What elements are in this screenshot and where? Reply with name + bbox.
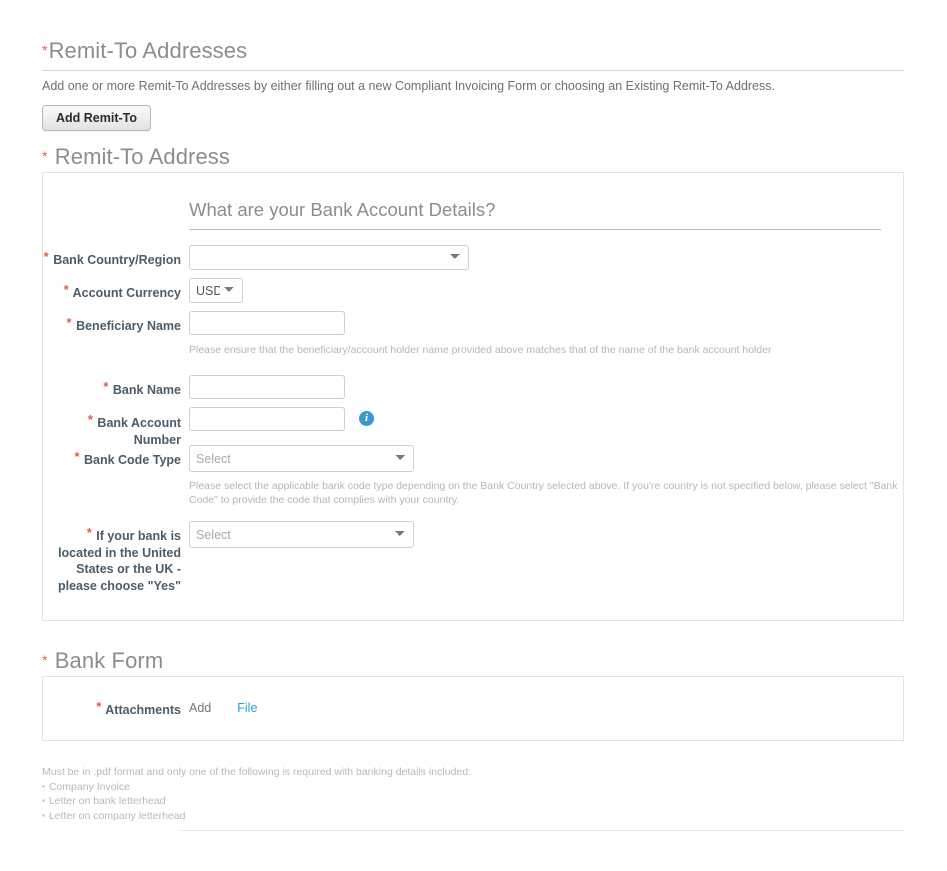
- field-bank-code-type: * Bank Code Type Select: [43, 445, 414, 472]
- field-account-currency: * Account Currency USD: [43, 278, 243, 303]
- field-label-us-uk-question: * If your bank is located in the United …: [43, 521, 189, 594]
- us-uk-question-select[interactable]: Select: [189, 521, 414, 548]
- required-asterisk: *: [74, 449, 80, 464]
- field-label-account-currency-text: Account Currency: [72, 286, 181, 300]
- field-label-bank-code-type: * Bank Code Type: [43, 445, 189, 468]
- beneficiary-name-input[interactable]: [189, 311, 345, 335]
- field-label-bank-code-type-text: Bank Code Type: [83, 453, 181, 467]
- field-beneficiary-name: * Beneficiary Name: [43, 311, 345, 335]
- attachments-label: * Attachments: [43, 699, 189, 717]
- remit-to-address-heading-text: Remit-To Address: [54, 144, 230, 169]
- beneficiary-name-helper-text: Please ensure that the beneficiary/accou…: [189, 344, 772, 356]
- field-label-bank-country-text: Bank Country/Region: [53, 253, 181, 267]
- bank-country-select[interactable]: [189, 245, 469, 270]
- bank-form-note-item: Company Invoice: [42, 780, 471, 795]
- required-asterisk: *: [87, 412, 93, 427]
- bank-form-note-intro: Must be in .pdf format and only one of t…: [42, 766, 472, 778]
- required-asterisk: *: [63, 282, 69, 297]
- remit-to-address-heading: * Remit-To Address: [42, 144, 904, 170]
- field-label-us-uk-question-text: If your bank is located in the United St…: [57, 529, 181, 593]
- bank-form-note-item: Letter on bank letterhead: [42, 794, 471, 809]
- bank-form-heading-text: Bank Form: [54, 648, 164, 673]
- remit-to-form-page: *Remit-To Addresses Add one or more Remi…: [0, 0, 947, 871]
- info-icon[interactable]: i: [359, 411, 374, 426]
- required-asterisk: *: [66, 315, 72, 330]
- field-label-bank-name: * Bank Name: [43, 375, 189, 398]
- bottom-divider: [180, 830, 904, 831]
- bank-form-note: Must be in .pdf format and only one of t…: [42, 766, 471, 823]
- bank-form-panel: * Attachments Add File: [42, 676, 904, 741]
- field-label-account-currency: * Account Currency: [43, 278, 189, 301]
- field-label-bank-name-text: Bank Name: [112, 383, 181, 397]
- field-label-bank-account-number: * Bank Account Number: [43, 407, 189, 449]
- field-label-beneficiary-name-text: Beneficiary Name: [76, 319, 181, 333]
- field-bank-name: * Bank Name: [43, 375, 345, 399]
- bank-code-type-select[interactable]: Select: [189, 445, 414, 472]
- bank-form-heading: * Bank Form: [42, 648, 904, 674]
- field-label-bank-country: * Bank Country/Region: [43, 245, 189, 268]
- field-bank-country: * Bank Country/Region: [43, 245, 469, 270]
- bank-code-type-helper-text: Please select the applicable bank code t…: [189, 480, 898, 506]
- remit-to-addresses-heading-text: Remit-To Addresses: [48, 38, 248, 63]
- attachments-row: * Attachments Add File: [43, 699, 257, 717]
- bank-form-note-item: Letter on company letterhead: [42, 809, 471, 824]
- attachments-file-link[interactable]: File: [237, 701, 257, 715]
- required-asterisk: *: [86, 525, 92, 540]
- required-asterisk: *: [42, 652, 48, 668]
- attachments-add-label: Add: [189, 701, 212, 715]
- field-us-uk-question: * If your bank is located in the United …: [43, 521, 414, 594]
- attachments-label-text: Attachments: [105, 703, 181, 717]
- required-asterisk: *: [43, 249, 49, 264]
- required-asterisk: *: [96, 699, 102, 714]
- remit-to-addresses-description: Add one or more Remit-To Addresses by ei…: [42, 79, 775, 93]
- remit-to-addresses-heading: *Remit-To Addresses: [42, 38, 904, 71]
- bank-account-number-input[interactable]: [189, 407, 345, 431]
- remit-to-address-panel: What are your Bank Account Details? * Ba…: [42, 172, 904, 621]
- bank-name-input[interactable]: [189, 375, 345, 399]
- field-bank-account-number: * Bank Account Number i: [43, 407, 374, 449]
- bank-account-details-title: What are your Bank Account Details?: [189, 199, 881, 230]
- required-asterisk: *: [42, 148, 48, 164]
- account-currency-select[interactable]: USD: [189, 278, 243, 303]
- field-label-beneficiary-name: * Beneficiary Name: [43, 311, 189, 334]
- required-asterisk: *: [42, 42, 48, 58]
- required-asterisk: *: [103, 379, 109, 394]
- add-remit-to-button[interactable]: Add Remit-To: [42, 105, 152, 131]
- field-label-bank-account-number-text: Bank Account Number: [97, 416, 181, 447]
